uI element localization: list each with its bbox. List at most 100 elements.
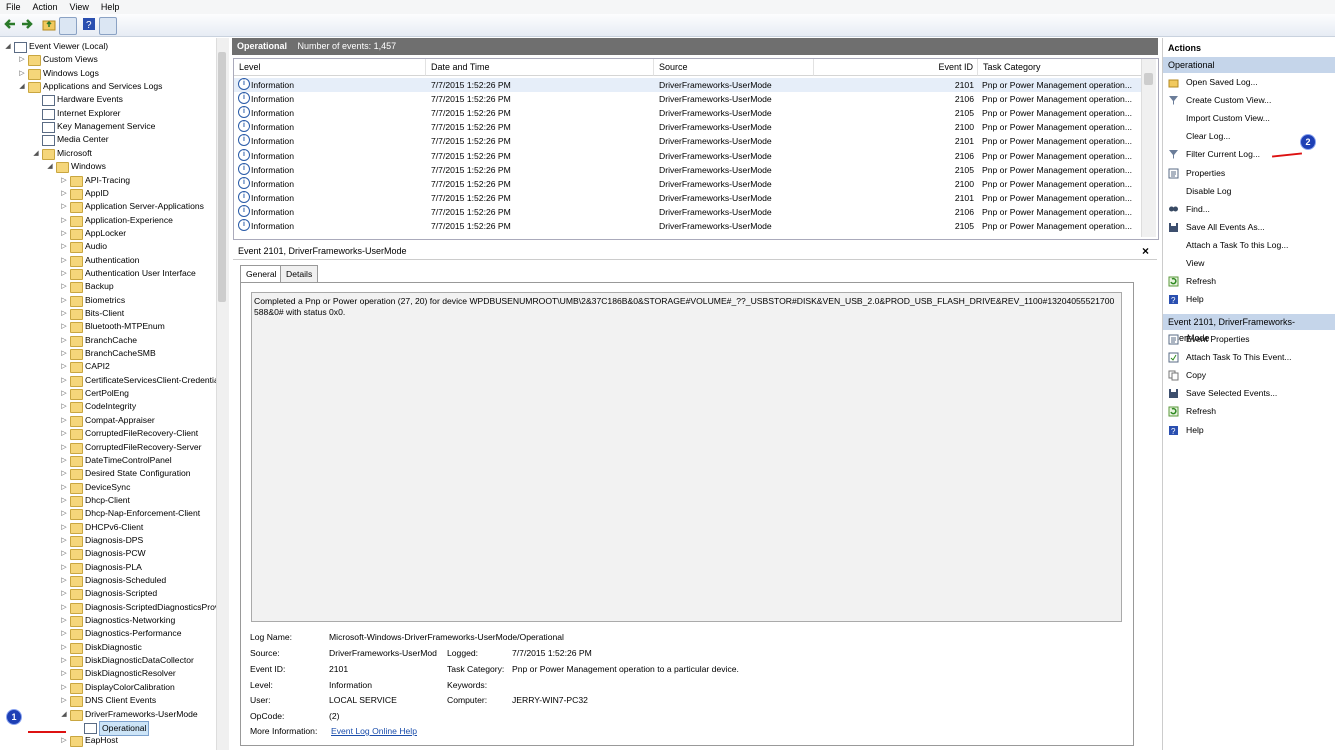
- tree-item[interactable]: ◢ Windows: [0, 160, 216, 174]
- grid-scrollbar[interactable]: [1141, 59, 1156, 237]
- expand-arrow-icon[interactable]: ▷: [60, 667, 68, 680]
- menu-help[interactable]: Help: [95, 0, 126, 12]
- tree-item[interactable]: ▷ Custom Views: [0, 53, 216, 67]
- tree-item[interactable]: ▷ Bluetooth-MTPEnum: [0, 320, 216, 334]
- expand-arrow-icon[interactable]: ▷: [60, 414, 68, 427]
- tree-item[interactable]: ▷ Desired State Configuration: [0, 467, 216, 481]
- grid-scrollbar-thumb[interactable]: [1144, 73, 1153, 85]
- expand-arrow-icon[interactable]: ▷: [60, 641, 68, 654]
- tree-item[interactable]: Media Center: [0, 133, 216, 147]
- tree-item[interactable]: Key Management Service: [0, 120, 216, 134]
- tree-item[interactable]: ▷ Diagnosis-DPS: [0, 534, 216, 547]
- action-item[interactable]: Open Saved Log...: [1163, 74, 1335, 91]
- action-item[interactable]: Save All Events As...: [1163, 219, 1335, 236]
- tree-item[interactable]: ▷ Diagnosis-ScriptedDiagnosticsProvi: [0, 601, 216, 614]
- event-row[interactable]: i Information 7/7/2015 1:52:26 PM DriverFra…: [234, 219, 1142, 233]
- expand-arrow-icon[interactable]: ▷: [60, 267, 68, 280]
- action-item[interactable]: Attach Task To This Event...: [1163, 349, 1335, 366]
- tree-item[interactable]: ▷ CorruptedFileRecovery-Client: [0, 427, 216, 441]
- tree-item[interactable]: ◢ Applications and Services Logs: [0, 80, 216, 94]
- tree-item[interactable]: ▷ EapHost: [0, 734, 216, 748]
- expand-arrow-icon[interactable]: ▷: [60, 547, 68, 560]
- expand-arrow-icon[interactable]: ▷: [18, 67, 26, 80]
- tree-item[interactable]: ▷ Application Server-Applications: [0, 200, 216, 214]
- event-row[interactable]: i Information 7/7/2015 1:52:26 PM DriverFra…: [234, 176, 1142, 191]
- action-item[interactable]: Attach a Task To this Log...: [1163, 237, 1335, 254]
- event-row[interactable]: i Information 7/7/2015 1:52:26 PM DriverFra…: [234, 148, 1142, 163]
- action-item[interactable]: Disable Log: [1163, 183, 1335, 200]
- expand-arrow-icon[interactable]: ▷: [60, 187, 68, 200]
- expand-arrow-icon[interactable]: ▷: [60, 454, 68, 467]
- close-icon[interactable]: ×: [1142, 243, 1149, 259]
- menu-file[interactable]: File: [0, 0, 27, 12]
- tree-item[interactable]: ▷ Dhcp-Nap-Enforcement-Client: [0, 507, 216, 521]
- expand-arrow-icon[interactable]: ▷: [60, 534, 68, 547]
- expand-arrow-icon[interactable]: ▷: [60, 587, 68, 600]
- tree-item[interactable]: ▷ AppLocker: [0, 227, 216, 240]
- tree-item[interactable]: ▷ Diagnosis-PLA: [0, 561, 216, 574]
- expand-arrow-icon[interactable]: ▷: [60, 494, 68, 507]
- action-item[interactable]: Refresh: [1163, 273, 1335, 290]
- column-level[interactable]: Level: [234, 59, 426, 76]
- tree-item[interactable]: ▷ DHCPv6-Client: [0, 521, 216, 534]
- tree-item[interactable]: ▷ Windows Logs: [0, 67, 216, 80]
- expand-arrow-icon[interactable]: ▷: [60, 360, 68, 373]
- expand-arrow-icon[interactable]: ▷: [60, 200, 68, 213]
- event-row[interactable]: i Information 7/7/2015 1:52:26 PM DriverFra…: [234, 120, 1142, 134]
- column-event-id[interactable]: Event ID: [814, 59, 978, 76]
- tree-item[interactable]: ▷ Bits-Client: [0, 307, 216, 320]
- action-item[interactable]: Save Selected Events...: [1163, 385, 1335, 402]
- expand-arrow-icon[interactable]: ▷: [60, 374, 68, 387]
- expand-arrow-icon[interactable]: ▷: [60, 481, 68, 494]
- expanded-arrow-icon[interactable]: ◢: [46, 160, 54, 173]
- tree-item[interactable]: ▷ CAPI2: [0, 360, 216, 374]
- tree-item[interactable]: ▷ DeviceSync: [0, 481, 216, 494]
- tree-item[interactable]: ▷ DateTimeControlPanel: [0, 454, 216, 467]
- action-item[interactable]: Import Custom View...: [1163, 110, 1335, 127]
- show-hide-tree-icon[interactable]: [59, 17, 77, 35]
- expanded-arrow-icon[interactable]: ◢: [4, 40, 12, 53]
- action-item[interactable]: Refresh: [1163, 403, 1335, 420]
- expand-arrow-icon[interactable]: ▷: [60, 614, 68, 627]
- tree-item[interactable]: ▷ CertificateServicesClient-Credentiall: [0, 374, 216, 387]
- tree-item[interactable]: ▷ BranchCache: [0, 334, 216, 347]
- expand-arrow-icon[interactable]: ▷: [60, 521, 68, 534]
- expand-arrow-icon[interactable]: ▷: [60, 280, 68, 293]
- show-hide-action-pane-icon[interactable]: [99, 17, 117, 35]
- expand-arrow-icon[interactable]: ▷: [60, 214, 68, 227]
- event-row[interactable]: i Information 7/7/2015 1:52:26 PM DriverFra…: [234, 78, 1142, 92]
- event-row[interactable]: i Information 7/7/2015 1:52:26 PM DriverFra…: [234, 190, 1142, 205]
- action-item[interactable]: ? Help: [1163, 422, 1335, 439]
- tree-item[interactable]: ◢ DriverFrameworks-UserMode: [0, 708, 216, 721]
- expand-arrow-icon[interactable]: ▷: [60, 507, 68, 520]
- expanded-arrow-icon[interactable]: ◢: [32, 147, 40, 160]
- action-item[interactable]: Copy: [1163, 367, 1335, 384]
- expand-arrow-icon[interactable]: ▷: [18, 53, 26, 66]
- back-icon[interactable]: [3, 17, 19, 33]
- tree-scrollbar-thumb[interactable]: [218, 52, 226, 302]
- tree-item[interactable]: ▷ Diagnostics-Networking: [0, 614, 216, 628]
- expand-arrow-icon[interactable]: ▷: [60, 441, 68, 454]
- tree-item[interactable]: ▷ AppID: [0, 187, 216, 200]
- expand-arrow-icon[interactable]: ▷: [60, 227, 68, 240]
- tree-item[interactable]: ▷ Audio: [0, 240, 216, 254]
- tree-item[interactable]: ▷ Backup: [0, 280, 216, 294]
- tab-general[interactable]: General: [240, 265, 283, 283]
- expand-arrow-icon[interactable]: ▷: [60, 734, 68, 747]
- tree-item[interactable]: ▷ CertPolEng: [0, 387, 216, 401]
- expand-arrow-icon[interactable]: ▷: [60, 467, 68, 480]
- tree-item[interactable]: ▷ BranchCacheSMB: [0, 347, 216, 361]
- expand-arrow-icon[interactable]: ▷: [60, 400, 68, 413]
- tree-item[interactable]: ▷ Biometrics: [0, 294, 216, 307]
- tree-item[interactable]: ▷ DiskDiagnostic: [0, 641, 216, 654]
- expanded-arrow-icon[interactable]: ◢: [18, 80, 26, 93]
- tree-item[interactable]: ▷ Authentication: [0, 254, 216, 267]
- expand-arrow-icon[interactable]: ▷: [60, 561, 68, 574]
- forward-icon[interactable]: [20, 17, 36, 33]
- tree-item[interactable]: ▷ Diagnostics-Performance: [0, 627, 216, 641]
- expand-arrow-icon[interactable]: ▷: [60, 654, 68, 667]
- tree-item[interactable]: ◢ Microsoft: [0, 147, 216, 160]
- tab-details[interactable]: Details: [280, 265, 319, 282]
- expand-arrow-icon[interactable]: ▷: [60, 574, 68, 587]
- tree-item[interactable]: ▷ DiskDiagnosticResolver: [0, 667, 216, 681]
